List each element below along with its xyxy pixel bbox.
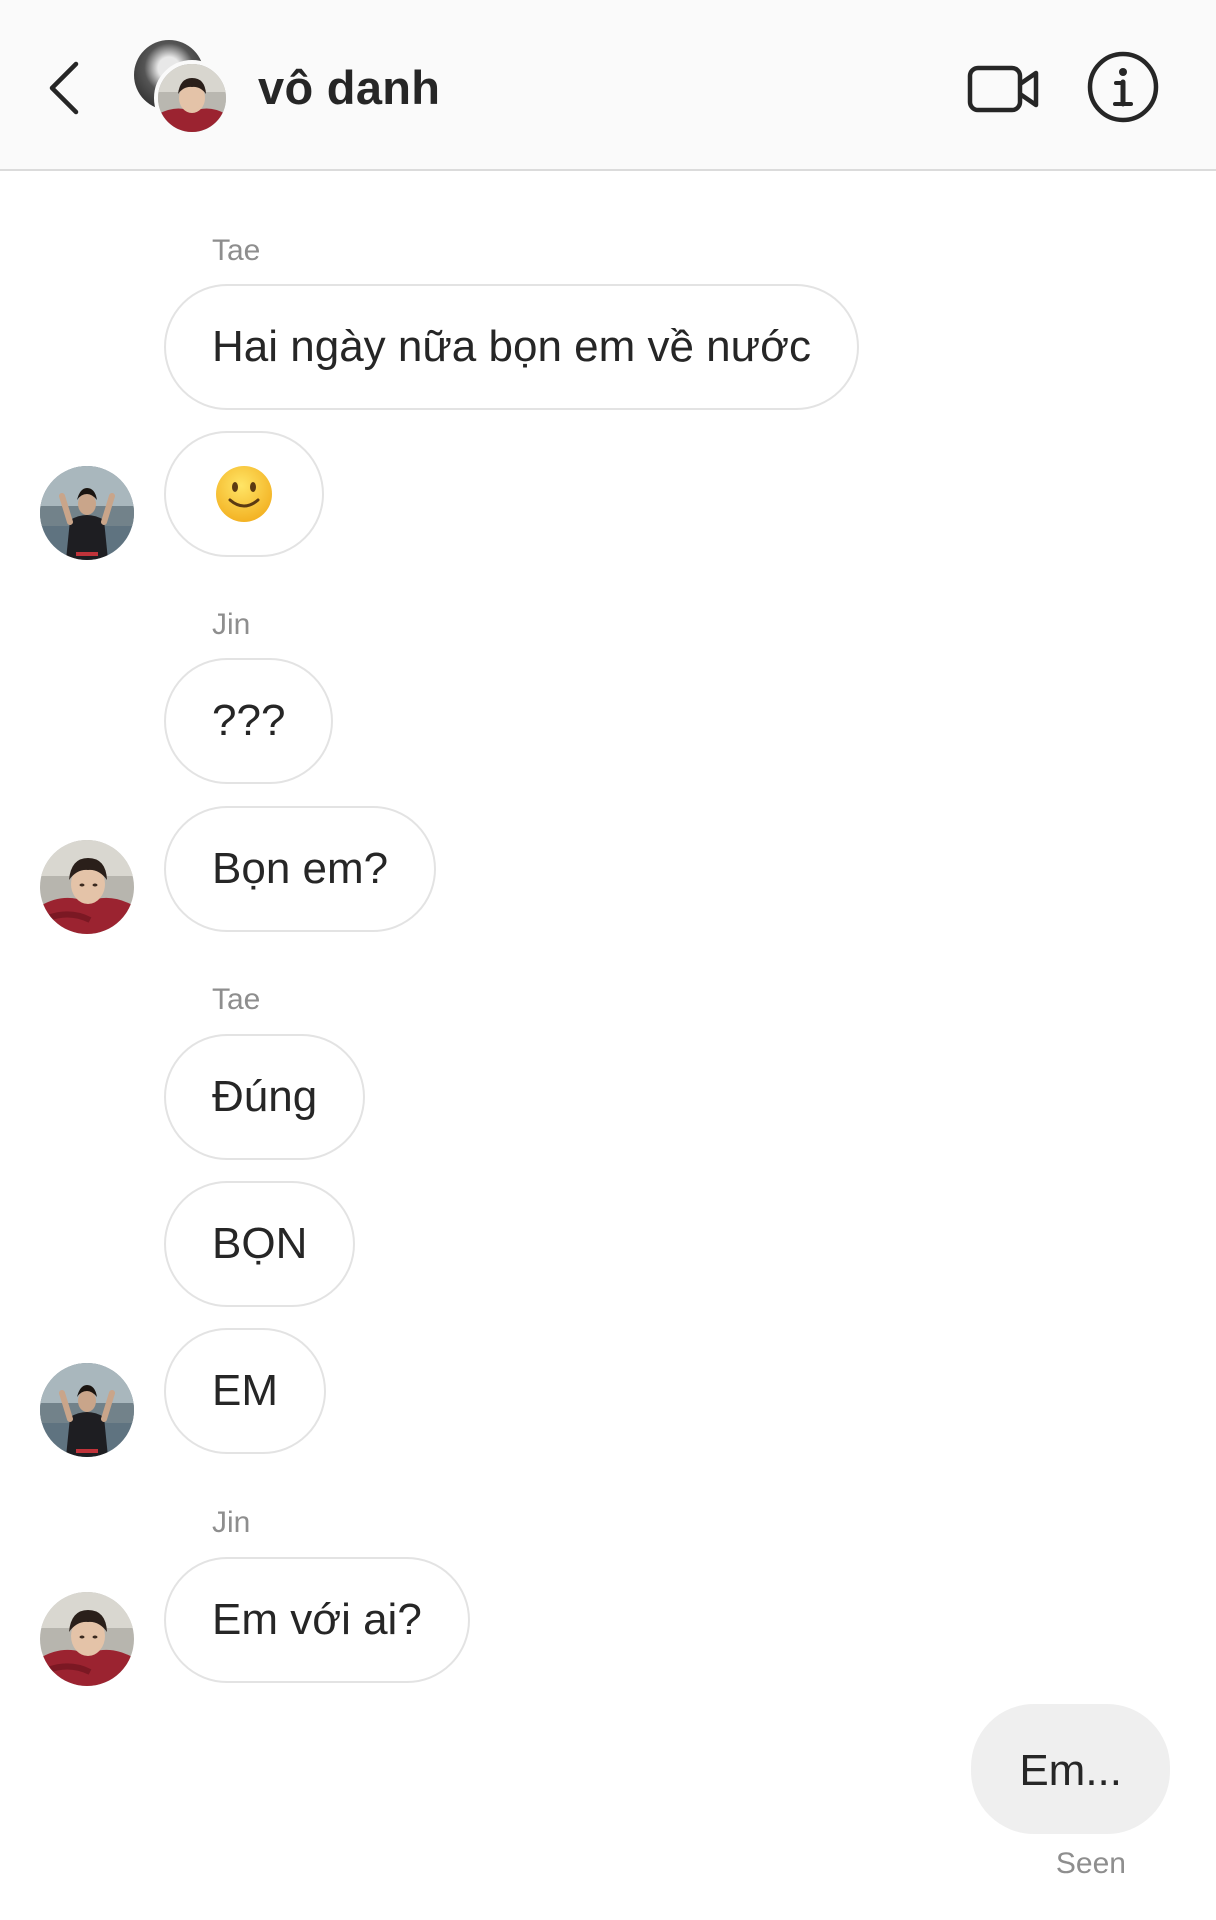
chat-title[interactable]: vô danh bbox=[258, 58, 440, 118]
video-call-button[interactable] bbox=[966, 56, 1042, 122]
chat-header: vô danh bbox=[0, 0, 1216, 171]
sender-name: Tae bbox=[212, 983, 261, 1016]
info-button[interactable] bbox=[1086, 50, 1160, 124]
own-message-bubble[interactable]: Em... bbox=[971, 1704, 1170, 1834]
avatar-jin[interactable] bbox=[40, 840, 134, 934]
message-bubble[interactable]: EM bbox=[164, 1328, 326, 1454]
sender-name: Jin bbox=[212, 1506, 251, 1539]
group-avatar-member-2 bbox=[154, 60, 230, 136]
seen-receipt: Seen bbox=[1055, 1847, 1126, 1880]
message-bubble[interactable]: Bọn em? bbox=[164, 806, 437, 932]
avatar-tae[interactable] bbox=[40, 466, 134, 560]
sender-name: Jin bbox=[212, 608, 251, 641]
message-bubble[interactable]: Em với ai? bbox=[164, 1557, 470, 1683]
message-bubble[interactable]: BỌN bbox=[164, 1181, 356, 1307]
group-avatar[interactable] bbox=[134, 40, 230, 136]
message-bubble[interactable]: ??? bbox=[164, 658, 334, 784]
avatar-tae[interactable] bbox=[40, 1363, 134, 1457]
message-bubble-emoji[interactable]: 🙂 bbox=[164, 431, 324, 557]
slightly-smiling-face-icon bbox=[216, 466, 272, 523]
chevron-left-icon bbox=[49, 61, 79, 115]
sender-name: Tae bbox=[212, 234, 261, 267]
video-camera-icon bbox=[967, 65, 1039, 113]
avatar-jin[interactable] bbox=[40, 1592, 134, 1686]
info-icon bbox=[1087, 51, 1159, 123]
message-bubble[interactable]: Hai ngày nữa bọn em về nước bbox=[164, 284, 859, 410]
message-bubble[interactable]: Đúng bbox=[164, 1034, 366, 1160]
back-button[interactable] bbox=[42, 58, 86, 118]
